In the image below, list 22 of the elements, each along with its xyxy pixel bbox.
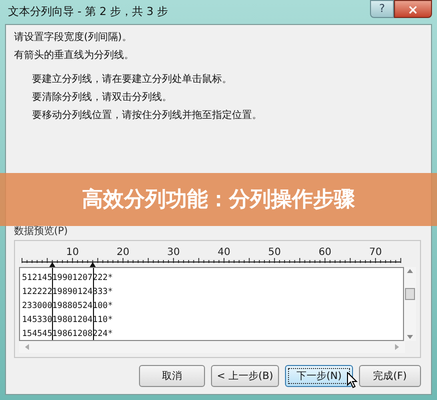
intro-text: 有箭头的垂直线为分列线。 bbox=[14, 48, 135, 63]
vertical-scrollbar[interactable] bbox=[404, 267, 416, 341]
help-button[interactable]: ? bbox=[370, 0, 394, 18]
dialog-button[interactable]: 完成(F) bbox=[359, 365, 421, 387]
ruler-drawing: 10 20 30 40 50 60 70 bbox=[19, 245, 405, 267]
intro-text: 请设置字段宽度(列间隔)。 bbox=[14, 30, 133, 45]
preview-label: 数据预览(P) bbox=[14, 225, 69, 239]
instruction-text: 要移动分列线位置，请按住分列线并拖至指定位置。 bbox=[31, 108, 263, 123]
dialog-button[interactable]: 下一步(N) bbox=[285, 365, 353, 387]
instruction-text: 要清除分列线，请双击分列线。 bbox=[31, 90, 173, 105]
title-banner: 高效分列功能：分列操作步骤 bbox=[0, 173, 437, 226]
window-title: 文本分列向导 - 第 2 步，共 3 步 bbox=[7, 4, 168, 20]
scroll-up-icon[interactable] bbox=[407, 269, 414, 273]
scroll-down-icon[interactable] bbox=[407, 335, 414, 339]
scroll-right-icon[interactable] bbox=[395, 344, 399, 350]
cursor-icon bbox=[347, 372, 358, 389]
scroll-left-icon[interactable] bbox=[25, 344, 29, 350]
scroll-thumb[interactable] bbox=[405, 288, 416, 300]
instruction-text: 要建立分列线，请在要建立分列处单击鼠标。 bbox=[31, 72, 233, 87]
horizontal-scrollbar[interactable] bbox=[19, 341, 405, 353]
dialog-button[interactable]: 取消 bbox=[139, 365, 205, 387]
dialog-button[interactable]: < 上一步(B) bbox=[211, 365, 279, 387]
